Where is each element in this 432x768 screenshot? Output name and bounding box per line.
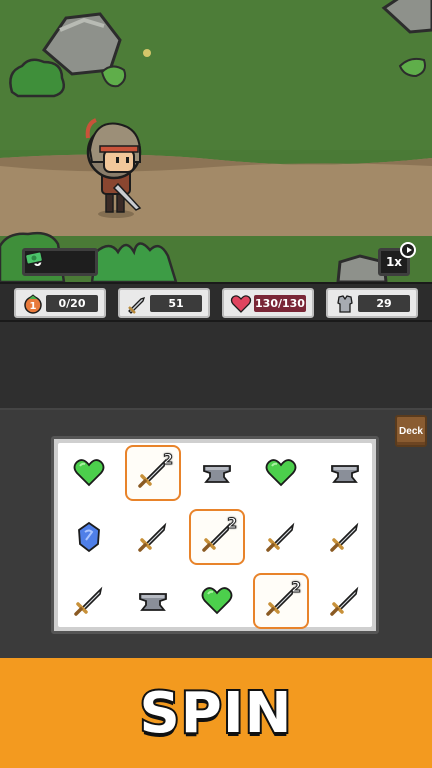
level-stat: 1 0/20 [14, 288, 106, 318]
slot-cell[interactable] [125, 573, 181, 629]
heart-icon [230, 295, 252, 313]
slot-cell[interactable]: 2 [189, 509, 245, 565]
armor-stat: 29 [326, 288, 418, 318]
slot-cell[interactable] [61, 445, 117, 501]
attack-stat: 51 [118, 288, 210, 318]
item-count-badge: 2 [291, 580, 302, 597]
hp-value: 130/130 [254, 295, 306, 312]
battle-log-area [0, 322, 432, 408]
sword-icon [328, 520, 362, 554]
heart-icon [264, 456, 298, 490]
slot-cell[interactable] [61, 573, 117, 629]
deck-button[interactable]: Deck [395, 415, 427, 447]
item-count-badge: 2 [163, 452, 174, 469]
item-count-badge: 2 [227, 516, 238, 533]
stats-bar: 1 0/20 51 130/130 29 [0, 282, 432, 322]
cash-icon [25, 251, 43, 265]
heart-icon [200, 584, 234, 618]
anvil-icon [200, 456, 234, 490]
game-scene: 0 1x [0, 0, 432, 282]
slot-board: 2 2 2 [51, 436, 379, 634]
slot-cell[interactable] [189, 445, 245, 501]
slot-cell[interactable] [253, 509, 309, 565]
slot-cell[interactable] [317, 509, 373, 565]
armor-value: 29 [358, 295, 410, 312]
slot-cell[interactable] [317, 573, 373, 629]
armor-icon [337, 295, 353, 313]
gem-icon [72, 520, 106, 554]
sword-icon [128, 296, 146, 314]
gem-counter: 0 [22, 248, 98, 276]
slot-grid: 2 2 2 [58, 443, 373, 629]
slot-cell[interactable] [253, 445, 309, 501]
sword-icon [72, 584, 106, 618]
level-badge-icon: 1 [24, 294, 42, 314]
heart-icon [72, 456, 106, 490]
spin-button[interactable]: SPIN [0, 658, 432, 768]
slot-cell[interactable] [189, 573, 245, 629]
slot-cell[interactable]: 2 [253, 573, 309, 629]
slot-cell[interactable]: 2 [125, 445, 181, 501]
anvil-icon [328, 456, 362, 490]
spin-label: SPIN [137, 679, 293, 748]
level-progress: 0/20 [46, 295, 98, 312]
scene-background [0, 0, 432, 282]
anvil-icon [136, 584, 170, 618]
level-number: 1 [30, 301, 37, 312]
slot-cell[interactable] [61, 509, 117, 565]
hp-stat: 130/130 [222, 288, 314, 318]
play-icon[interactable] [400, 242, 416, 258]
slot-cell[interactable] [125, 509, 181, 565]
sword-icon [136, 520, 170, 554]
sword-icon [264, 520, 298, 554]
attack-value: 51 [150, 295, 202, 312]
slot-cell[interactable] [317, 445, 373, 501]
sword-icon [328, 584, 362, 618]
